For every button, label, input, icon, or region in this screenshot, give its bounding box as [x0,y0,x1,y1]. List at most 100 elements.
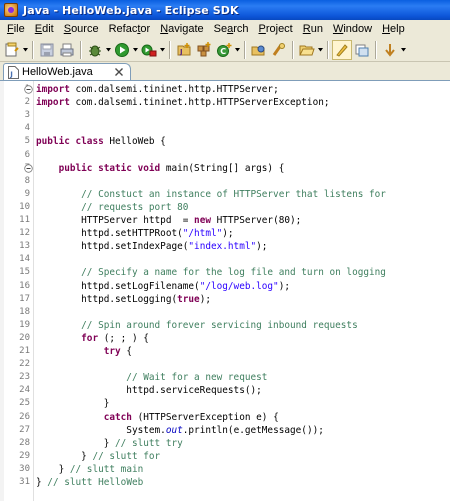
new-wizard-icon[interactable] [2,40,22,60]
menu-item[interactable]: Project [254,23,298,35]
new-java-project-icon[interactable]: J [174,40,194,60]
code-token: httpd.setLogging( [36,293,178,305]
open-folder-icon[interactable] [297,40,317,60]
line-number: 24 [19,385,30,396]
code-token: HTTPServer httpd = [36,215,195,226]
code-line: httpd.setHTTPRoot("/html"); [36,227,233,240]
code-token: ); [199,293,211,305]
code-line: } // slutt for [36,450,160,463]
menu-item[interactable]: Refactor [104,23,156,35]
line-number-gutter: 1234567891011121314151617181920212223242… [0,81,34,501]
new-class-icon[interactable]: C [214,40,234,60]
code-token: } [36,477,48,488]
code-token: // Wait for a new request [36,372,268,384]
line-number: 13 [19,241,30,252]
code-token: // slutt HelloWeb [47,477,144,488]
menu-item[interactable]: Source [59,23,104,35]
next-annotation-icon[interactable] [380,40,400,60]
line-number: 26 [19,411,30,422]
external-tools-icon[interactable] [139,40,159,60]
code-token: com.dalsemi.tininet.http.HTTPServerExcep… [69,97,330,109]
code-token: } [36,437,116,449]
code-line: httpd.setIndexPage("index.html"); [36,240,267,253]
code-token: .println(e.getMessage()); [182,424,324,436]
toolbar-separator [375,40,377,59]
code-token: "/log/web.log" [199,280,279,292]
code-token: out [165,424,183,436]
code-line: httpd.setLogging(true); [36,293,211,306]
menu-item[interactable]: Run [298,23,328,35]
code-token: // slutt for [92,450,161,462]
menu-bar: File Edit Source Refactor Navigate Search Proj… [0,20,450,38]
debug-icon[interactable] [85,40,105,60]
svg-text:J: J [9,70,13,78]
new-class-dropdown[interactable] [234,40,241,60]
menu-item[interactable]: Edit [30,23,59,35]
run-dropdown[interactable] [132,40,139,60]
java-file-icon: J [8,65,19,79]
menu-item[interactable]: File [2,23,30,35]
code-token: HelloWeb { [103,136,166,148]
code-token: // requests port 80 [36,201,189,213]
save-icon[interactable] [37,40,57,60]
external-tools-dropdown[interactable] [159,40,166,60]
new-package-icon[interactable] [194,40,214,60]
code-token: public class [36,136,104,148]
code-token: new [194,215,211,226]
line-number: 3 [24,110,30,121]
line-number: 4 [24,123,30,134]
open-folder-dropdown[interactable] [317,40,324,60]
code-token: com.dalsemi.tininet.http.HTTPServer; [69,84,279,95]
toolbar-separator [32,40,34,59]
toolbar-separator [80,40,82,59]
collapse-fold-icon[interactable] [24,163,33,173]
code-token: // Spin around forever servicing inbound… [36,319,358,331]
line-number: 27 [19,424,30,435]
code-token: httpd.setLogFilename( [36,280,200,292]
code-token: } [36,398,110,410]
code-line: httpd.setLogFilename("/log/web.log"); [36,280,290,293]
title-bar: Java - HelloWeb.java - Eclipse SDK [0,0,450,20]
show-whitespace-icon[interactable] [352,40,372,60]
code-token: "/html" [182,228,223,240]
collapse-fold-icon[interactable] [24,85,33,94]
close-icon[interactable] [114,67,124,77]
run-icon[interactable] [112,40,132,60]
code-token: (; ; ) { [98,332,149,344]
code-token: // Specify a name for the log file and t… [36,267,386,279]
code-line: for (; ; ) { [36,332,149,345]
line-number: 14 [19,254,30,265]
search-icon[interactable] [269,40,289,60]
code-token: { [120,346,132,357]
menu-item[interactable]: Help [377,23,410,35]
tab-label: HelloWeb.java [22,66,93,78]
line-number: 29 [19,450,30,461]
line-number: 15 [19,267,30,278]
code-line: } [36,397,110,410]
code-token: for [81,332,99,344]
code-token: true [177,293,200,305]
new-wizard-dropdown[interactable] [22,40,29,60]
code-token: } [36,463,70,475]
tab-helloweb-java[interactable]: J HelloWeb.java [3,63,131,80]
menu-item[interactable]: Search [209,23,254,35]
toggle-highlight-icon[interactable] [332,39,352,60]
next-annotation-dropdown[interactable] [400,40,407,60]
menu-item[interactable]: Navigate [155,23,208,35]
debug-dropdown[interactable] [105,40,112,60]
line-number: 9 [24,188,30,199]
code-editor[interactable]: 1234567891011121314151617181920212223242… [0,80,450,501]
print-icon[interactable] [57,40,77,60]
code-token: httpd.setHTTPRoot( [36,228,183,240]
open-type-icon[interactable] [249,40,269,60]
code-line: public class HelloWeb { [36,135,166,148]
main-toolbar: J C [0,38,450,62]
code-token: public static void [58,162,161,174]
line-number: 21 [19,346,30,356]
menu-item[interactable]: Window [328,23,377,35]
code-token: "index.html" [188,241,257,253]
line-number: 28 [19,437,30,448]
